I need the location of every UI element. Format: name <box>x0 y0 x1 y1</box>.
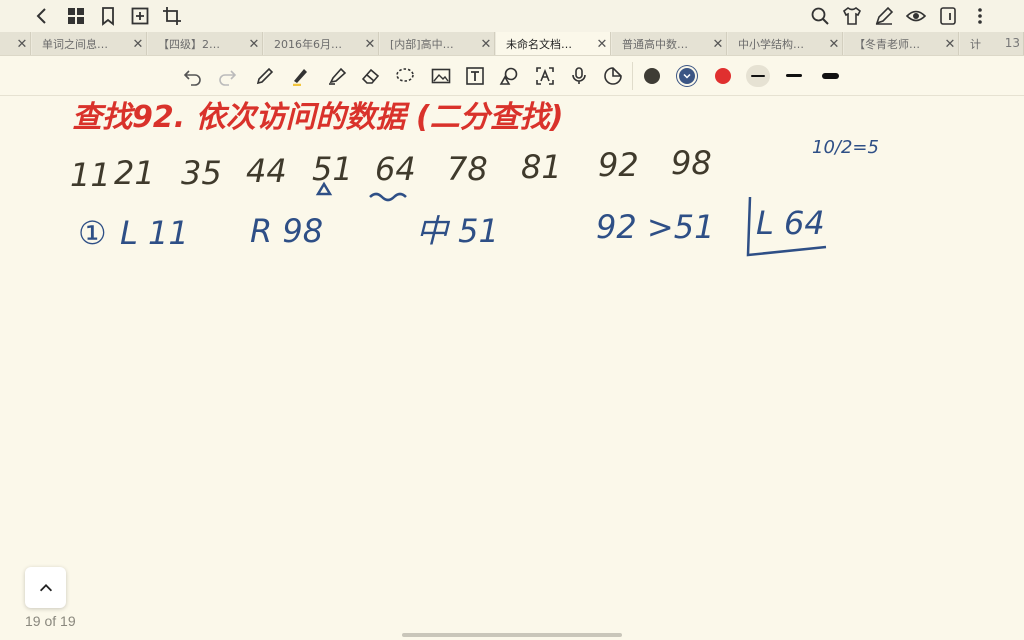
home-indicator[interactable] <box>402 633 622 637</box>
color-dark-swatch[interactable] <box>644 68 660 84</box>
right-pointer-label: R 98 <box>250 212 324 250</box>
tab-label: [内部]高中… <box>390 38 454 51</box>
bookmark-icon[interactable] <box>96 4 120 28</box>
stroke-medium[interactable] <box>786 74 802 77</box>
new-left-label: L 64 <box>756 204 825 242</box>
search-icon[interactable] <box>808 4 832 28</box>
shirt-icon[interactable] <box>840 4 864 28</box>
tab[interactable]: ✕ <box>0 32 31 55</box>
toolbar-divider <box>632 62 633 90</box>
page-indicator: 19 of 19 <box>25 613 76 629</box>
tab-label: 【四级】2… <box>158 38 220 51</box>
pen-edit-icon[interactable] <box>872 4 896 28</box>
more-icon[interactable] <box>968 4 992 28</box>
tab[interactable]: 中小学结构… ✕ <box>728 32 843 55</box>
sticker-icon[interactable] <box>602 65 624 87</box>
wavy-underline-mark <box>369 192 407 202</box>
close-icon[interactable]: ✕ <box>362 36 378 52</box>
pen-icon[interactable] <box>254 65 276 87</box>
drawing-toolbar <box>0 56 1024 96</box>
ink-marks <box>315 181 827 257</box>
crop-icon[interactable] <box>160 4 184 28</box>
undo-icon[interactable] <box>182 65 204 87</box>
tab-label: 【冬青老师… <box>854 38 920 51</box>
text-box-icon[interactable] <box>464 65 486 87</box>
left-pointer-label: L 11 <box>120 214 189 252</box>
top-bar <box>0 0 1024 32</box>
scroll-up-button[interactable] <box>25 567 66 608</box>
close-icon[interactable]: ✕ <box>942 36 958 52</box>
tab[interactable]: [内部]高中… ✕ <box>380 32 495 55</box>
page-of: of <box>44 613 57 629</box>
mid-triangle-mark <box>315 181 333 196</box>
highlighter-icon[interactable] <box>326 65 348 87</box>
close-icon[interactable]: ✕ <box>478 36 494 52</box>
chevron-down-icon <box>683 73 691 79</box>
tab-strip: ✕ 单词之间息… ✕ 【四级】2… ✕ 2016年6月… ✕ [内部]高中… ✕… <box>0 32 1024 56</box>
tab-active[interactable]: 未命名文档… ✕ <box>496 32 611 55</box>
color-red-swatch[interactable] <box>715 68 731 84</box>
total-pages: 19 <box>60 613 76 629</box>
document-icon[interactable] <box>936 4 960 28</box>
tab[interactable]: 2016年6月… ✕ <box>264 32 379 55</box>
tab[interactable]: 【冬青老师… ✕ <box>844 32 959 55</box>
tab-label: 2016年6月… <box>274 38 342 51</box>
add-page-icon[interactable] <box>128 4 152 28</box>
compare-label: 92 >51 <box>596 208 715 246</box>
color-blue-swatch[interactable] <box>679 68 695 84</box>
fountain-pen-icon[interactable] <box>290 65 312 87</box>
tab[interactable]: 单词之间息… ✕ <box>32 32 147 55</box>
mid-pointer-label: 中 51 <box>416 212 499 250</box>
grid-icon[interactable] <box>64 4 88 28</box>
lasso-icon[interactable] <box>394 65 416 87</box>
close-icon[interactable]: ✕ <box>594 36 610 52</box>
tab-label: 中小学结构… <box>738 38 804 51</box>
close-icon[interactable]: ✕ <box>130 36 146 52</box>
close-icon[interactable]: ✕ <box>14 36 30 52</box>
tab-label: 普通高中数… <box>622 38 688 51</box>
back-icon[interactable] <box>30 4 54 28</box>
stroke-thin[interactable] <box>751 75 765 77</box>
current-page: 19 <box>25 613 41 629</box>
eye-icon[interactable] <box>904 4 928 28</box>
tab-count: 13 <box>1004 36 1020 50</box>
close-icon[interactable]: ✕ <box>710 36 726 52</box>
step-marker: ① <box>78 214 107 252</box>
shapes-icon[interactable] <box>498 65 520 87</box>
image-icon[interactable] <box>430 65 452 87</box>
close-icon[interactable]: ✕ <box>246 36 262 52</box>
eraser-icon[interactable] <box>360 65 382 87</box>
tab-label: 未命名文档… <box>506 38 572 51</box>
tab[interactable]: 普通高中数… ✕ <box>612 32 727 55</box>
microphone-icon[interactable] <box>568 65 590 87</box>
redo-icon[interactable] <box>216 65 238 87</box>
chevron-up-icon <box>39 583 52 591</box>
tab[interactable]: 【四级】2… ✕ <box>148 32 263 55</box>
stroke-thick[interactable] <box>822 73 839 79</box>
close-icon[interactable]: ✕ <box>826 36 842 52</box>
tab-label: 单词之间息… <box>42 38 108 51</box>
note-canvas[interactable]: 查找92. 依次访问的数据 (二分查找) 11 21 35 44 51 64 7… <box>0 97 1024 640</box>
text-recognition-icon[interactable] <box>534 65 556 87</box>
